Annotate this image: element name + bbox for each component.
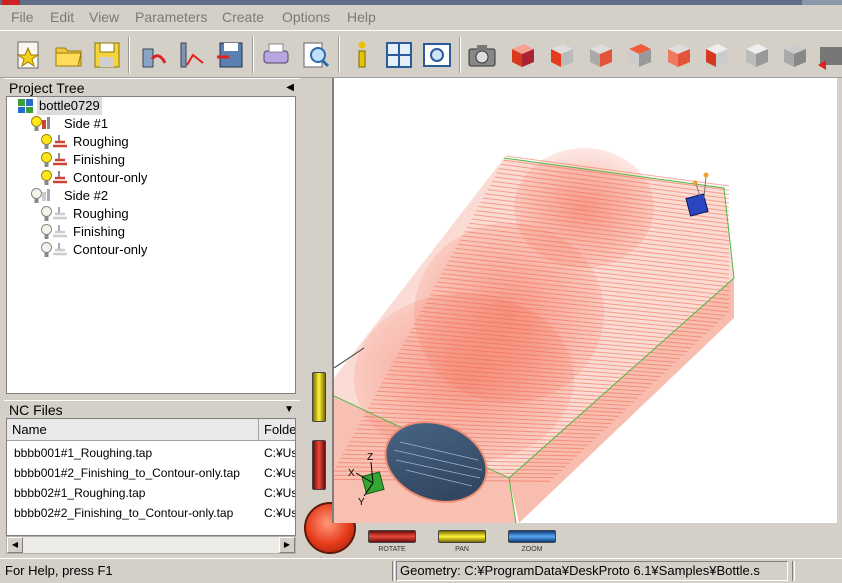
nc-file-folder: C:¥Us: [264, 466, 296, 480]
nc-file-name[interactable]: bbbb02#1_Roughing.tap: [14, 483, 145, 503]
view-left-icon[interactable]: [584, 39, 616, 71]
light-bulb-off-icon[interactable]: [41, 242, 52, 258]
tree-node-finishing-2[interactable]: Finishing: [73, 223, 125, 241]
collapse-arrow-icon[interactable]: ◀: [286, 79, 294, 97]
print-preview-icon[interactable]: [299, 39, 331, 71]
project-tree-title: Project Tree ◀: [4, 78, 300, 96]
column-header-folder[interactable]: Folde: [259, 419, 295, 441]
rotate-vertical-dial[interactable]: [312, 440, 326, 490]
nc-file-folder: C:¥Us: [264, 486, 296, 500]
tree-node-finishing-1[interactable]: Finishing: [73, 151, 125, 169]
view-iso-icon[interactable]: [740, 39, 772, 71]
column-header-name[interactable]: Name: [7, 419, 259, 441]
axis-z-label: Z: [367, 452, 373, 463]
operation-icon: [53, 171, 67, 184]
view-right-icon[interactable]: [623, 39, 655, 71]
project-tree-title-label: Project Tree: [9, 80, 85, 96]
menu-help[interactable]: Help: [347, 9, 376, 25]
light-bulb-on-icon[interactable]: [41, 134, 52, 150]
camera-icon[interactable]: [466, 39, 498, 71]
app-logo-icon: [2, 0, 20, 5]
tree-node-contour-only-2[interactable]: Contour-only: [73, 241, 147, 259]
pan-vertical-dial[interactable]: [312, 372, 326, 422]
axis-y-label: Y: [358, 497, 365, 508]
toolpath-2-icon[interactable]: [175, 39, 207, 71]
dropdown-arrow-icon[interactable]: ▼: [284, 401, 294, 419]
light-bulb-off-icon[interactable]: [41, 224, 52, 240]
scroll-right-icon[interactable]: ▶: [279, 537, 295, 553]
tree-node-side-1[interactable]: Side #1: [64, 115, 108, 133]
pan-dial[interactable]: [438, 530, 486, 543]
zoom-window-icon[interactable]: [421, 39, 453, 71]
zoom-dial[interactable]: [508, 530, 556, 543]
nc-file-name[interactable]: bbbb001#1_Roughing.tap: [14, 443, 152, 463]
new-project-icon[interactable]: [13, 39, 45, 71]
view-iso-2-icon[interactable]: [778, 39, 810, 71]
project-tree: bottle0729 Side #1 Roughing Finishing Co…: [6, 96, 296, 394]
window-controls[interactable]: [802, 0, 842, 5]
nc-files-list: Name Folde bbbb001#1_Roughing.tap C:¥Us …: [6, 418, 296, 536]
light-bulb-on-icon[interactable]: [41, 152, 52, 168]
main-toolbar: [0, 30, 842, 78]
toolpath-preview: X Y Z: [334, 148, 735, 523]
print-icon[interactable]: [260, 39, 292, 71]
save-nc-icon[interactable]: [214, 39, 246, 71]
nc-file-folder: C:¥Us: [264, 506, 296, 520]
operation-icon: [53, 225, 67, 238]
nc-file-folder: C:¥Us: [264, 446, 296, 460]
menu-parameters[interactable]: Parameters: [135, 9, 207, 25]
menu-bar: File Edit View Parameters Create Options…: [0, 6, 842, 28]
tree-node-roughing-2[interactable]: Roughing: [73, 205, 129, 223]
operation-icon: [53, 135, 67, 148]
menu-create[interactable]: Create: [222, 9, 264, 25]
side-icon: [42, 189, 50, 201]
light-bulb-on-icon[interactable]: [41, 170, 52, 186]
status-help-text: For Help, press F1: [5, 563, 113, 578]
view-bottom-icon[interactable]: [700, 39, 732, 71]
exit-view-icon[interactable]: [816, 39, 842, 71]
tree-node-roughing-1[interactable]: Roughing: [73, 133, 129, 151]
layout-icon[interactable]: [383, 39, 415, 71]
scroll-left-icon[interactable]: ◀: [7, 537, 23, 553]
rotate-dial[interactable]: [368, 530, 416, 543]
open-folder-icon[interactable]: [53, 39, 85, 71]
view-top-icon[interactable]: [662, 39, 694, 71]
nc-files-hscrollbar[interactable]: ◀ ▶: [6, 536, 296, 554]
nc-file-name[interactable]: bbbb001#2_Finishing_to_Contour-only.tap: [14, 463, 240, 483]
save-icon[interactable]: [91, 39, 123, 71]
axis-x-label: X: [348, 468, 355, 479]
operation-icon: [53, 153, 67, 166]
nc-files-title: NC Files ▼: [4, 400, 300, 418]
status-geometry-path: Geometry: C:¥ProgramData¥DeskProto 6.1¥S…: [396, 561, 788, 581]
tree-root[interactable]: bottle0729: [37, 97, 102, 115]
status-bar: For Help, press F1 Geometry: C:¥ProgramD…: [0, 558, 842, 583]
operation-icon: [53, 207, 67, 220]
view-front-icon[interactable]: [506, 39, 538, 71]
3d-viewport[interactable]: X Y Z: [332, 78, 837, 523]
menu-edit[interactable]: Edit: [50, 9, 74, 25]
view-back-icon[interactable]: [545, 39, 577, 71]
zoom-label: ZOOM: [521, 546, 543, 553]
nc-files-title-label: NC Files: [9, 402, 63, 418]
operation-icon: [53, 243, 67, 256]
menu-file[interactable]: File: [11, 9, 34, 25]
side-icon: [42, 117, 50, 129]
nc-file-name[interactable]: bbbb02#2_Finishing_to_Contour-only.tap: [14, 503, 233, 523]
toolpath-icon[interactable]: [138, 39, 170, 71]
tree-node-side-2[interactable]: Side #2: [64, 187, 108, 205]
rotate-label: ROTATE: [378, 546, 406, 553]
menu-view[interactable]: View: [89, 9, 119, 25]
title-bar: [0, 0, 842, 5]
viewport-area: ROTATE PAN ZOOM X Y Z: [300, 78, 842, 556]
menu-options[interactable]: Options: [282, 9, 330, 25]
info-icon[interactable]: [346, 39, 378, 71]
pan-label: PAN: [455, 546, 469, 553]
tree-node-contour-only-1[interactable]: Contour-only: [73, 169, 147, 187]
project-icon: [18, 99, 33, 113]
light-bulb-off-icon[interactable]: [41, 206, 52, 222]
